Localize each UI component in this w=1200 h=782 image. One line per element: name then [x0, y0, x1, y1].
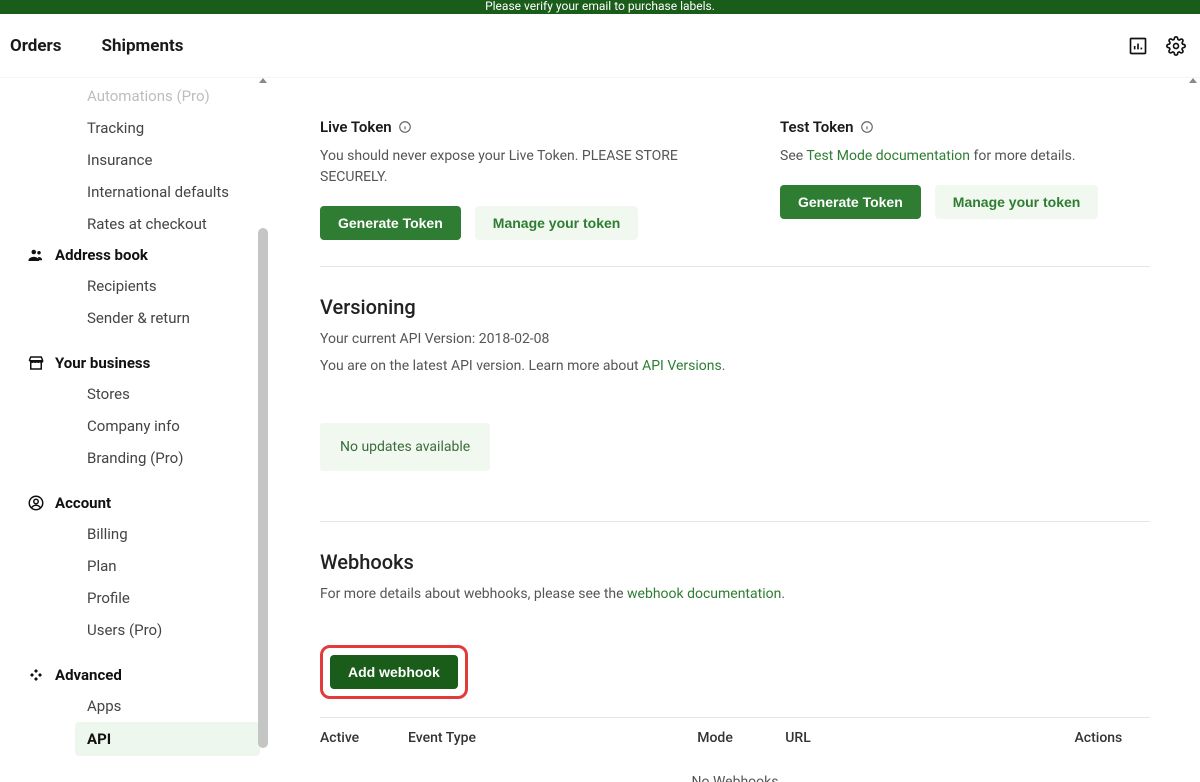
sidebar-group-label: Account — [55, 494, 111, 512]
manage-live-token-button[interactable]: Manage your token — [475, 206, 639, 240]
col-active: Active — [320, 718, 408, 759]
sidebar-item-insurance[interactable]: Insurance — [0, 144, 270, 176]
sidebar-group-label: Address book — [55, 246, 148, 264]
webhooks-table: Active Event Type Mode URL Actions No We… — [320, 717, 1150, 782]
top-nav: Orders Shipments — [0, 14, 1200, 78]
test-token-desc: See Test Mode documentation for more det… — [780, 146, 1150, 167]
sidebar-item-recipients[interactable]: Recipients — [0, 270, 270, 302]
info-icon[interactable] — [860, 120, 874, 134]
account-icon — [26, 494, 46, 512]
sidebar-group-your-business[interactable]: Your business — [0, 348, 270, 378]
sidebar-item-sender-return[interactable]: Sender & return — [0, 302, 270, 334]
webhooks-heading: Webhooks — [320, 550, 1150, 574]
generate-live-token-button[interactable]: Generate Token — [320, 206, 461, 240]
settings-icon[interactable] — [1160, 30, 1192, 62]
settings-sidebar: Automations (Pro) Tracking Insurance Int… — [0, 78, 270, 782]
add-webhook-highlight: Add webhook — [320, 645, 468, 699]
live-token-desc: You should never expose your Live Token.… — [320, 146, 690, 188]
sidebar-group-label: Your business — [55, 354, 150, 372]
live-token-title: Live Token — [320, 118, 392, 136]
banner-text: Please verify your email to purchase lab… — [485, 0, 715, 13]
versioning-current: Your current API Version: 2018-02-08 — [320, 329, 1150, 350]
test-token-title: Test Token — [780, 118, 854, 136]
sidebar-group-advanced[interactable]: Advanced — [0, 660, 270, 690]
sidebar-item-international-defaults[interactable]: International defaults — [0, 176, 270, 208]
manage-test-token-button[interactable]: Manage your token — [935, 185, 1099, 219]
section-divider — [320, 521, 1150, 522]
col-event-type: Event Type — [408, 718, 697, 759]
sidebar-item-company-info[interactable]: Company info — [0, 410, 270, 442]
col-mode: Mode — [697, 718, 785, 759]
col-actions: Actions — [1075, 718, 1151, 759]
live-token-section: Live Token You should never expose your … — [320, 118, 690, 240]
no-updates-note: No updates available — [320, 423, 490, 471]
sidebar-item-rates-at-checkout[interactable]: Rates at checkout — [0, 208, 270, 240]
verify-email-banner: Please verify your email to purchase lab… — [0, 0, 1200, 14]
sidebar-item-apps[interactable]: Apps — [0, 690, 270, 722]
col-url: URL — [785, 718, 1074, 759]
sidebar-item-api[interactable]: API — [75, 722, 260, 756]
versioning-latest: You are on the latest API version. Learn… — [320, 356, 1150, 377]
sidebar-item-plan[interactable]: Plan — [0, 550, 270, 582]
people-icon — [26, 246, 46, 264]
webhooks-empty-row: No Webhooks — [320, 758, 1150, 782]
sidebar-item-tracking[interactable]: Tracking — [0, 112, 270, 144]
sidebar-item-branding[interactable]: Branding (Pro) — [0, 442, 270, 474]
sidebar-item-stores[interactable]: Stores — [0, 378, 270, 410]
sidebar-item-cutoff[interactable]: Automations (Pro) — [0, 80, 270, 112]
sidebar-item-billing[interactable]: Billing — [0, 518, 270, 550]
test-token-section: Test Token See Test Mode documentation f… — [780, 118, 1150, 240]
sidebar-item-users[interactable]: Users (Pro) — [0, 614, 270, 646]
add-webhook-button[interactable]: Add webhook — [330, 655, 458, 689]
versioning-heading: Versioning — [320, 295, 1150, 319]
info-icon[interactable] — [398, 120, 412, 134]
tab-shipments[interactable]: Shipments — [102, 36, 184, 56]
sidebar-group-address-book[interactable]: Address book — [0, 240, 270, 270]
analytics-icon[interactable] — [1122, 30, 1154, 62]
test-mode-doc-link[interactable]: Test Mode documentation — [806, 148, 970, 164]
api-versions-link[interactable]: API Versions — [642, 358, 722, 374]
storefront-icon — [26, 354, 46, 372]
generate-test-token-button[interactable]: Generate Token — [780, 185, 921, 219]
advanced-icon — [26, 667, 46, 683]
sidebar-group-account[interactable]: Account — [0, 488, 270, 518]
webhooks-desc: For more details about webhooks, please … — [320, 584, 1150, 605]
webhook-doc-link[interactable]: webhook documentation — [627, 586, 781, 602]
content-pane: Live Token You should never expose your … — [270, 78, 1200, 782]
sidebar-item-profile[interactable]: Profile — [0, 582, 270, 614]
tab-orders[interactable]: Orders — [10, 36, 62, 56]
sidebar-group-label: Advanced — [55, 666, 122, 684]
